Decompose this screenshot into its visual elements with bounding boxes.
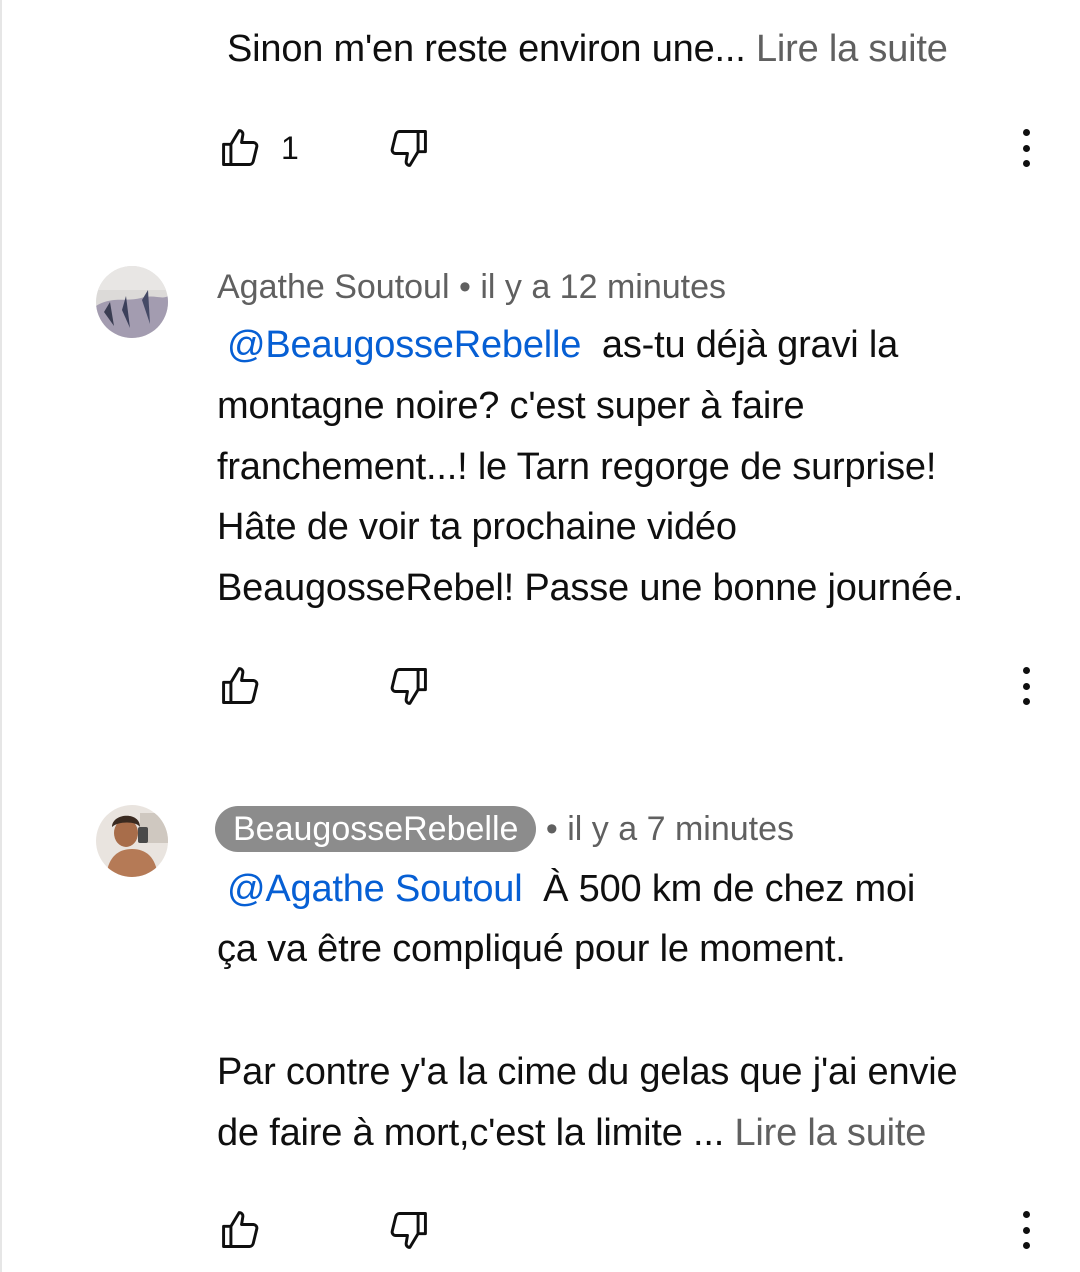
separator: • bbox=[449, 268, 481, 306]
more-vertical-icon[interactable] bbox=[1016, 664, 1036, 708]
dislike-button[interactable] bbox=[386, 1208, 430, 1252]
thumb-up-icon bbox=[222, 129, 259, 166]
avatar-image bbox=[96, 805, 168, 877]
author-name-badge[interactable]: BeaugosseRebelle bbox=[215, 806, 537, 852]
avatar[interactable] bbox=[96, 266, 168, 338]
comment-text-line: de faire à mort,c'est la limite ... bbox=[217, 1112, 735, 1154]
comment-text-line: BeaugosseRebel! Passe une bonne journée. bbox=[217, 567, 964, 609]
comment-text-line: as-tu déjà gravi la bbox=[581, 324, 899, 366]
like-button[interactable] bbox=[219, 664, 263, 708]
comment-text: de faire à mort,c'est la limite ... Lire… bbox=[217, 1103, 926, 1163]
more-vertical-icon[interactable] bbox=[1016, 126, 1036, 170]
comment-text: Sinon m'en reste environ une... Lire la … bbox=[227, 19, 948, 79]
timestamp: il y a 12 minutes bbox=[480, 268, 726, 306]
comment-text-line: Par contre y'a la cime du gelas que j'ai… bbox=[217, 1051, 958, 1093]
more-vertical-icon[interactable] bbox=[1016, 1208, 1036, 1252]
comment-text-line: ça va être compliqué pour le moment. bbox=[217, 928, 846, 970]
thumb-up-icon bbox=[222, 667, 259, 704]
comment-text-line: Hâte de voir ta prochaine vidéo bbox=[217, 506, 737, 548]
dislike-button[interactable] bbox=[386, 664, 430, 708]
comment-text-line: montagne noire? c'est super à faire bbox=[217, 385, 805, 427]
separator: • bbox=[536, 810, 568, 848]
avatar-image bbox=[96, 266, 168, 338]
mention-link[interactable]: @Agathe Soutoul bbox=[227, 868, 523, 910]
comment-text: @BeaugosseRebelle as-tu déjà gravi la bbox=[217, 315, 898, 375]
comment-header: Agathe Soutoul • il y a 12 minutes bbox=[217, 264, 726, 310]
timestamp: il y a 7 minutes bbox=[567, 810, 794, 848]
divider bbox=[0, 0, 2, 1272]
thumb-down-icon bbox=[390, 1212, 427, 1249]
author-name[interactable]: Agathe Soutoul bbox=[217, 268, 450, 306]
thumb-down-icon bbox=[390, 130, 427, 167]
comment-text-line: franchement...! le Tarn regorge de surpr… bbox=[217, 446, 937, 488]
like-button[interactable]: 1 bbox=[219, 126, 299, 170]
mention-link[interactable]: @BeaugosseRebelle bbox=[227, 324, 581, 366]
comment-header: BeaugosseRebelle • il y a 7 minutes bbox=[215, 806, 794, 852]
read-more-link[interactable]: Lire la suite bbox=[756, 28, 948, 70]
like-button[interactable] bbox=[219, 1208, 263, 1252]
comment-text-line: À 500 km de chez moi bbox=[522, 868, 916, 910]
like-count: 1 bbox=[281, 129, 299, 166]
avatar[interactable] bbox=[96, 805, 168, 877]
thumb-down-icon bbox=[390, 668, 427, 705]
dislike-button[interactable] bbox=[386, 126, 430, 170]
read-more-link[interactable]: Lire la suite bbox=[734, 1112, 926, 1154]
comment-text: @Agathe Soutoul À 500 km de chez moi bbox=[217, 859, 915, 919]
comment-text-line: Sinon m'en reste environ une... bbox=[227, 28, 756, 70]
thumb-up-icon bbox=[222, 1211, 259, 1248]
